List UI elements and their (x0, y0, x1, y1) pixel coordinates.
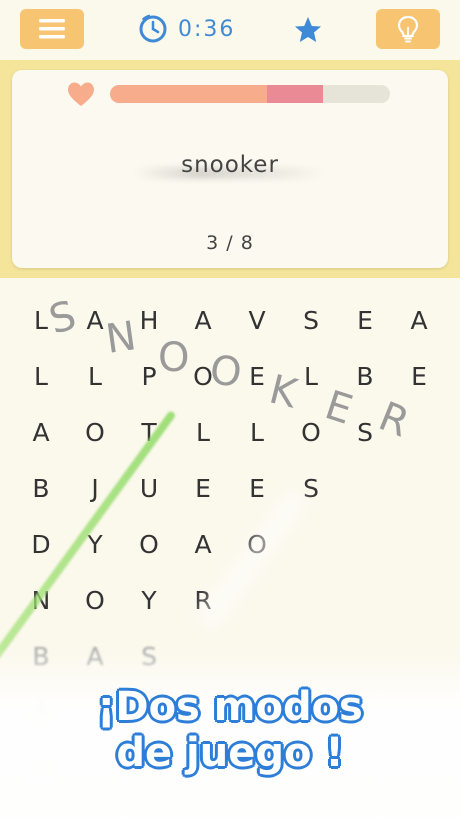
grid-cell[interactable]: B (24, 474, 58, 504)
hint-button[interactable] (376, 9, 440, 49)
progress-fill-current (266, 85, 323, 103)
progress-fill-found (110, 85, 267, 103)
word-counter: 3 / 8 (206, 232, 254, 254)
grid-cell[interactable]: Y (132, 586, 166, 616)
lightbulb-icon (397, 15, 419, 43)
grid-cell[interactable]: H (132, 306, 166, 336)
grid-cell[interactable]: D (24, 530, 58, 560)
grid-cell[interactable]: E (348, 306, 382, 336)
promo-line-1: ¡Dos modos (97, 684, 363, 730)
grid-cell[interactable]: A (402, 306, 436, 336)
heart-icon (68, 82, 94, 106)
grid-cell[interactable]: O (78, 586, 112, 616)
grid-cell[interactable]: E (240, 362, 274, 392)
top-bar: 0:36 (0, 0, 460, 60)
grid-cell[interactable]: O (132, 530, 166, 560)
grid-cell[interactable]: A (24, 418, 58, 448)
promo-line-2: de juego ! (116, 730, 344, 776)
progress-bar (110, 85, 390, 103)
grid-cell[interactable]: O (78, 418, 112, 448)
promo-banner: ¡Dos modos de juego ! (0, 684, 460, 776)
grid-cell[interactable]: L (78, 362, 112, 392)
grid-cell[interactable]: E (186, 474, 220, 504)
grid-cell[interactable]: L (240, 418, 274, 448)
current-word: snooker (181, 152, 279, 178)
clock-icon (139, 14, 167, 43)
menu-button[interactable] (20, 9, 84, 49)
flying-letter: O (158, 335, 190, 381)
grid-cell[interactable]: L (186, 418, 220, 448)
timer: 0:36 (138, 14, 235, 44)
grid-cell[interactable]: B (348, 362, 382, 392)
timer-text: 0:36 (178, 16, 236, 42)
grid-cell[interactable]: E (240, 474, 274, 504)
hamburger-menu-icon (39, 19, 65, 39)
grid-cell[interactable]: E (402, 362, 436, 392)
flying-letter: O (206, 347, 245, 397)
grid-cell[interactable]: V (240, 306, 274, 336)
grid-cell[interactable]: L (24, 362, 58, 392)
star-icon (295, 17, 321, 42)
grid-cell[interactable]: A (186, 306, 220, 336)
grid-cell[interactable]: A (186, 530, 220, 560)
favorite-button[interactable] (293, 15, 323, 45)
grid-cell[interactable]: U (132, 474, 166, 504)
grid-cell[interactable]: S (294, 306, 328, 336)
flying-letter: N (102, 313, 139, 363)
